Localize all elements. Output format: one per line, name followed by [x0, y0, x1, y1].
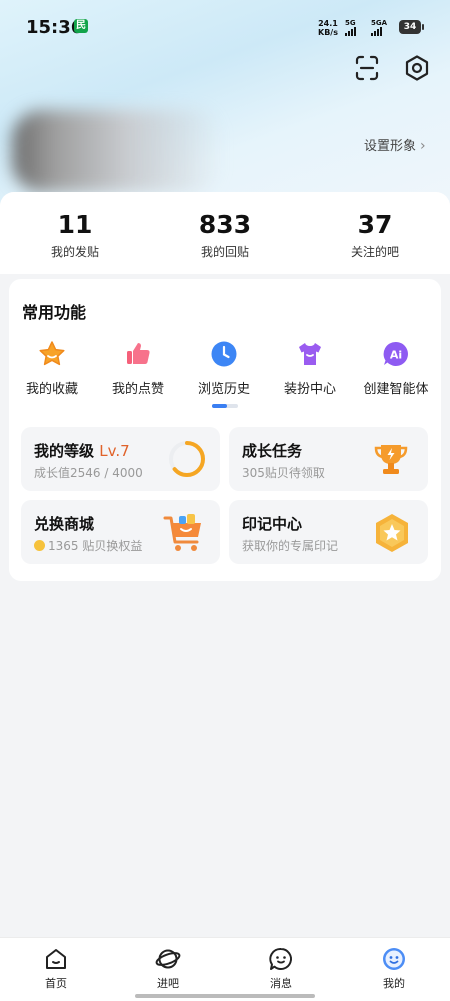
clock-icon: [211, 341, 237, 367]
page-indicator: [212, 404, 238, 408]
tile-title: 印记中心: [242, 515, 303, 533]
exchange-subtitle: 1365 贴贝换权益: [48, 539, 143, 553]
feature-label: 我的点赞: [111, 382, 164, 397]
trophy-icon: [374, 445, 408, 474]
gesture-home-bar[interactable]: [135, 994, 315, 998]
planet-icon: [155, 949, 181, 969]
status-bar: 15:36 民 24.1 KB/s 5G 5GA 34: [0, 0, 450, 52]
set-image-label: 设置形象: [364, 139, 417, 154]
badge-icon: [376, 514, 408, 552]
tile-title: 兑换商城: [34, 515, 95, 533]
feature-label: 我的收藏: [25, 382, 78, 397]
nav-label: 首页: [45, 977, 67, 990]
thumbs-up-icon: [127, 343, 150, 364]
bottom-navigation: 首页 进吧 消息 我的: [0, 937, 450, 1001]
mark-center-tile[interactable]: 印记中心 获取你的专属印记: [229, 500, 428, 564]
shirt-icon: [299, 343, 321, 365]
settings-icon[interactable]: [403, 54, 431, 82]
set-image-link[interactable]: 设置形象 ›: [364, 135, 426, 154]
stat-my-posts[interactable]: 11 我的发贴: [15, 210, 135, 260]
stat-value: 833: [198, 210, 252, 239]
chevron-right-icon: ›: [420, 138, 426, 154]
app-notification-badge: 民: [74, 19, 88, 33]
stat-label: 关注的吧: [350, 245, 399, 259]
level-value: Lv.7: [99, 442, 130, 460]
feature-dressup-center[interactable]: 装扮中心: [267, 339, 353, 397]
network-speed: 24.1 KB/s: [318, 19, 338, 37]
message-icon: [269, 948, 292, 970]
ai-chat-icon: Ai: [383, 341, 408, 366]
my-level-title: 我的等级 Lv.7: [34, 440, 130, 461]
star-icon: [39, 341, 65, 366]
common-functions-card: 常用功能 我的收藏 我的点赞 浏览历史 装扮中心 Ai 创建智能体 我的等级 L…: [9, 279, 441, 581]
shopping-cart-icon: [163, 514, 201, 551]
nav-label: 进吧: [157, 977, 179, 990]
signal-sim1: 5G: [345, 19, 356, 36]
level-progress-ring: [169, 441, 205, 477]
tile-title: 我的等级: [34, 442, 95, 460]
sim1-label: 5G: [345, 19, 356, 27]
profile-face-icon: [383, 948, 405, 970]
feature-history[interactable]: 浏览历史: [181, 339, 267, 397]
stat-value: 11: [57, 210, 93, 239]
nav-messages[interactable]: 消息: [241, 946, 321, 991]
network-speed-value: 24.1: [318, 19, 338, 28]
home-icon: [46, 949, 66, 969]
stat-my-replies[interactable]: 833 我的回贴: [165, 210, 285, 260]
blurred-profile-avatar[interactable]: [12, 110, 222, 192]
stat-followed-bars[interactable]: 37 关注的吧: [315, 210, 435, 260]
feature-label: 装扮中心: [283, 382, 336, 397]
stat-value: 37: [357, 210, 393, 239]
stat-label: 我的发贴: [50, 245, 99, 259]
tile-subtitle: 获取你的专属印记: [242, 539, 339, 553]
nav-enter-bar[interactable]: 进吧: [128, 946, 208, 991]
exchange-mall-tile[interactable]: 兑换商城 1365 贴贝换权益: [21, 500, 220, 564]
tile-title: 成长任务: [242, 442, 303, 460]
tile-subtitle: 305贴贝待领取: [242, 466, 325, 480]
tile-subtitle: 成长值2546 / 4000: [34, 466, 143, 480]
section-title: 常用功能: [22, 303, 87, 322]
coin-icon: [34, 540, 45, 551]
feature-label: 创建智能体: [363, 382, 429, 397]
feature-create-agent[interactable]: Ai 创建智能体: [353, 339, 439, 397]
nav-home[interactable]: 首页: [16, 946, 96, 991]
svg-text:Ai: Ai: [390, 349, 402, 362]
feature-label: 浏览历史: [197, 382, 250, 397]
feature-likes[interactable]: 我的点赞: [95, 339, 181, 397]
nav-mine[interactable]: 我的: [354, 946, 434, 991]
battery-icon: 34: [399, 20, 424, 34]
sim2-label: 5GA: [371, 19, 388, 27]
signal-bars-icon: [345, 27, 356, 36]
nav-label: 消息: [270, 977, 292, 990]
stat-label: 我的回贴: [200, 245, 249, 259]
signal-bars-icon: [371, 27, 382, 36]
network-speed-unit: KB/s: [318, 28, 338, 37]
tile-subtitle: 1365 贴贝换权益: [34, 537, 142, 554]
stats-strip: 11 我的发贴 833 我的回贴 37 关注的吧: [0, 192, 450, 274]
my-level-tile[interactable]: 我的等级 Lv.7 成长值2546 / 4000: [21, 427, 220, 491]
scan-icon[interactable]: [353, 54, 381, 82]
nav-label: 我的: [383, 977, 405, 990]
feature-favorites[interactable]: 我的收藏: [9, 339, 95, 397]
growth-tasks-tile[interactable]: 成长任务 305贴贝待领取: [229, 427, 428, 491]
signal-sim2: 5GA: [371, 19, 388, 36]
